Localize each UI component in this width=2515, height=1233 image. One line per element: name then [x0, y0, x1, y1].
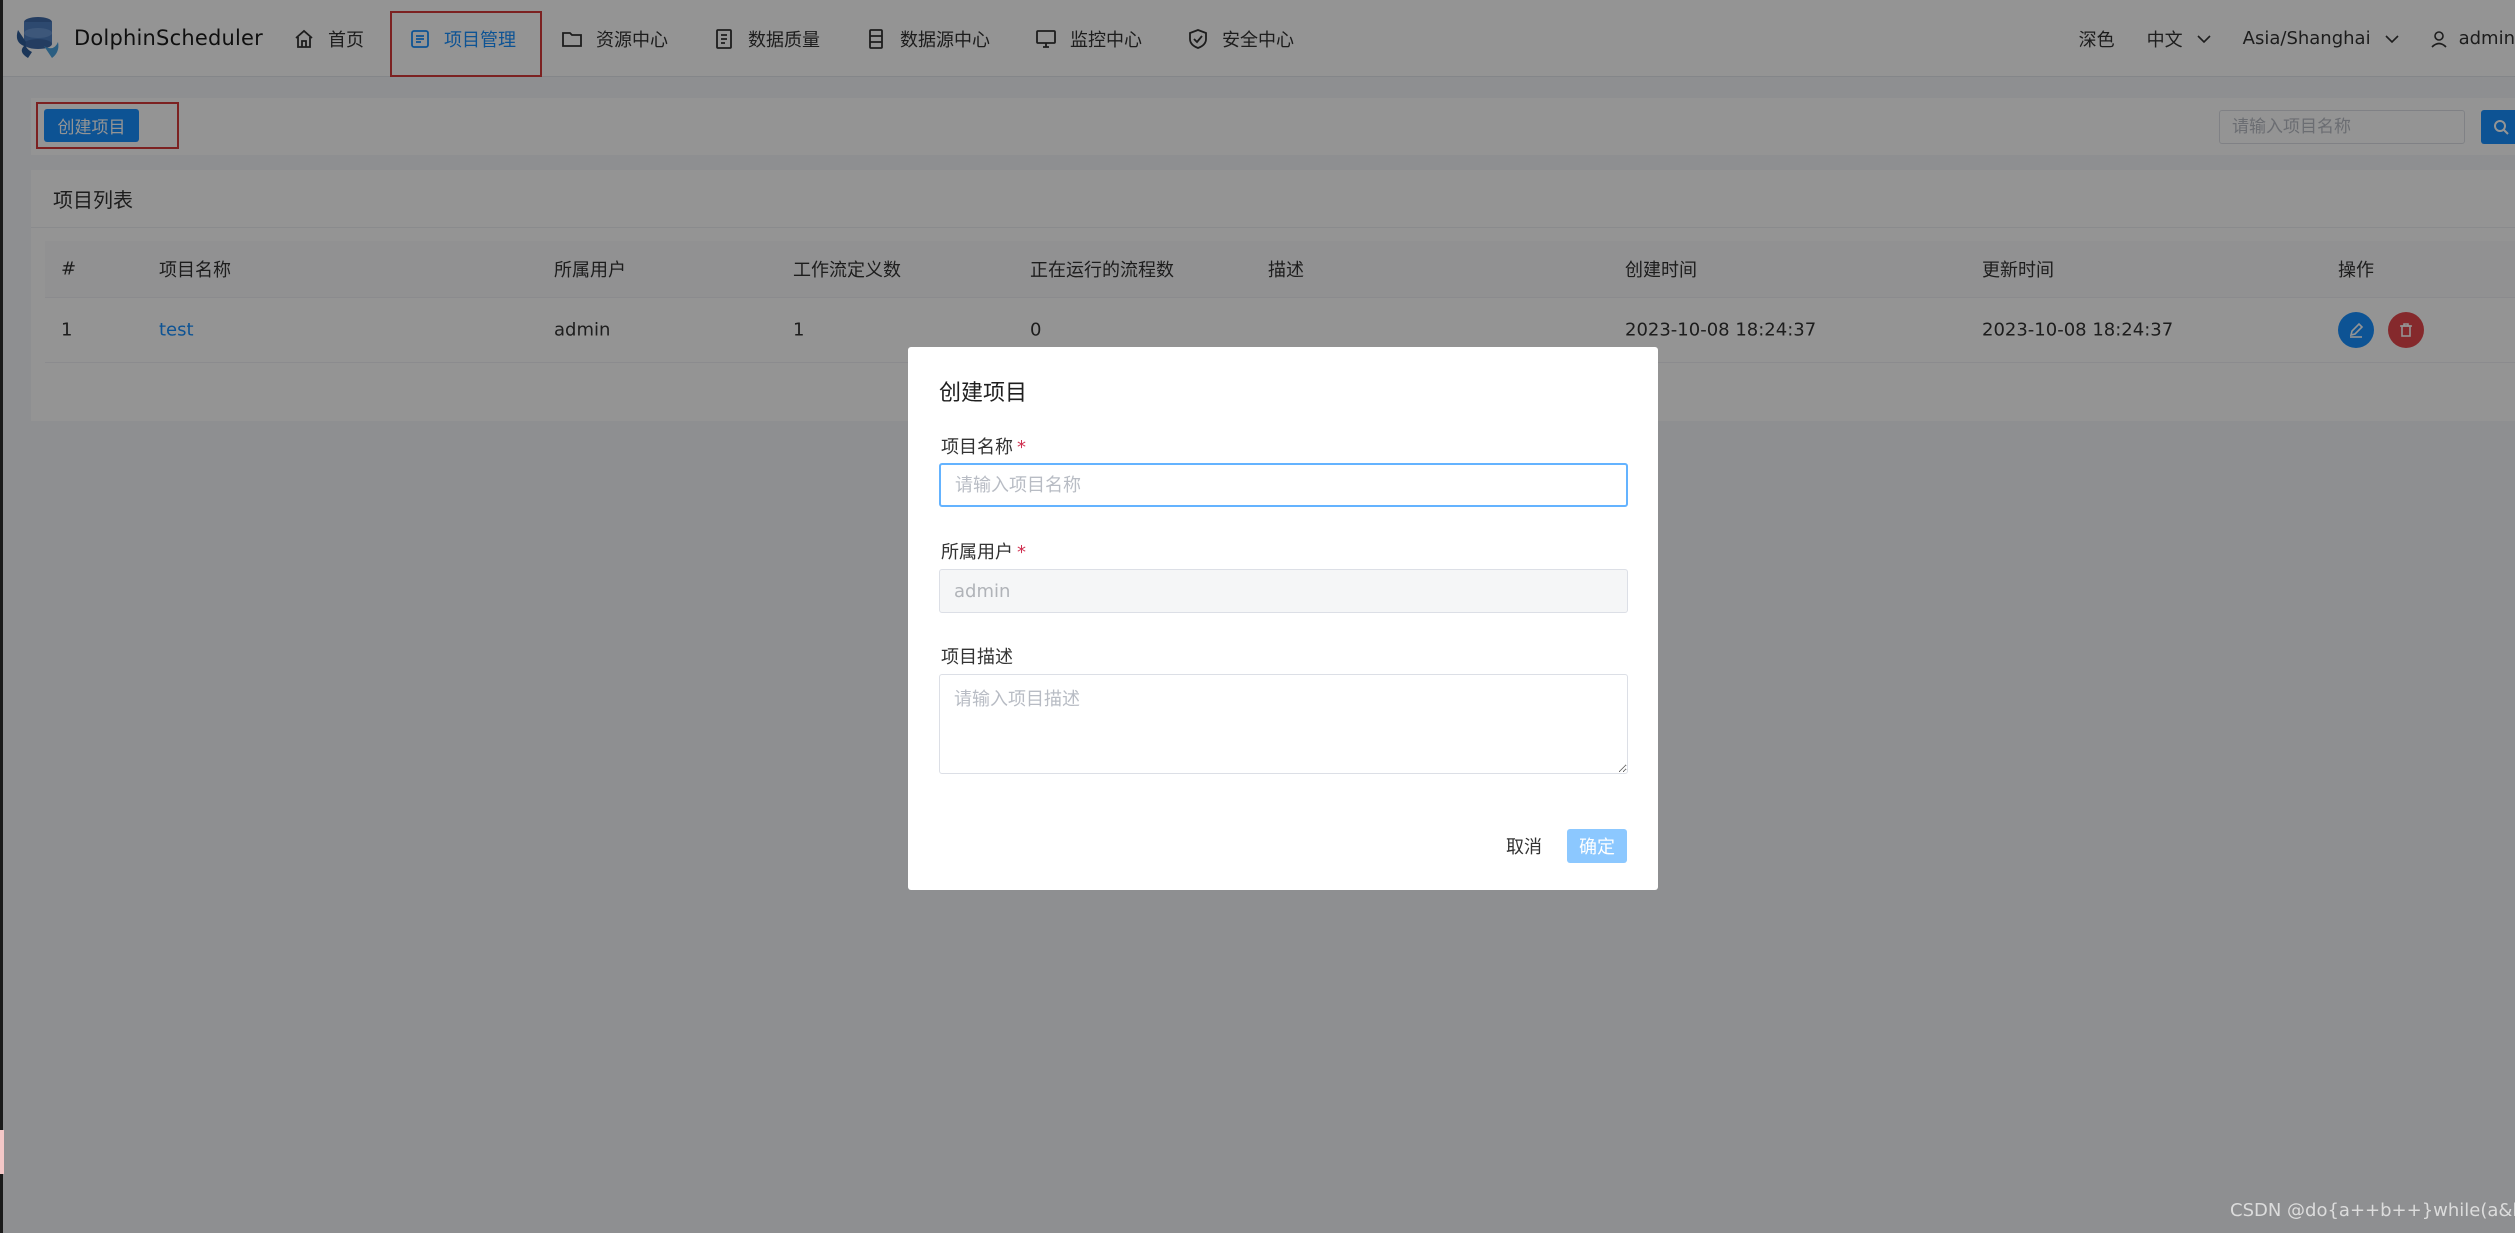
owner-user-label: 所属用户 *	[941, 538, 1026, 564]
project-name-input[interactable]	[939, 463, 1628, 507]
watermark: CSDN @do{a++b++}while(a&b)	[2230, 1200, 2515, 1221]
required-mark: *	[1017, 437, 1026, 458]
required-mark: *	[1017, 542, 1026, 563]
owner-user-label-text: 所属用户	[941, 542, 1013, 563]
project-desc-textarea[interactable]	[939, 674, 1628, 774]
owner-user-input[interactable]	[939, 569, 1628, 613]
cancel-button[interactable]: 取消	[1498, 829, 1550, 863]
create-project-dialog: 创建项目 项目名称* 所属用户* 项目描述 取消 确定	[908, 347, 1658, 890]
project-desc-label: 项目描述	[941, 647, 1013, 668]
window-edge	[0, 0, 3, 1233]
dialog-title: 创建项目	[939, 381, 1028, 406]
project-name-label: 项目名称 *	[941, 433, 1026, 459]
project-name-label-text: 项目名称	[941, 437, 1013, 458]
edge-marker	[0, 1130, 4, 1174]
confirm-button[interactable]: 确定	[1567, 829, 1627, 863]
